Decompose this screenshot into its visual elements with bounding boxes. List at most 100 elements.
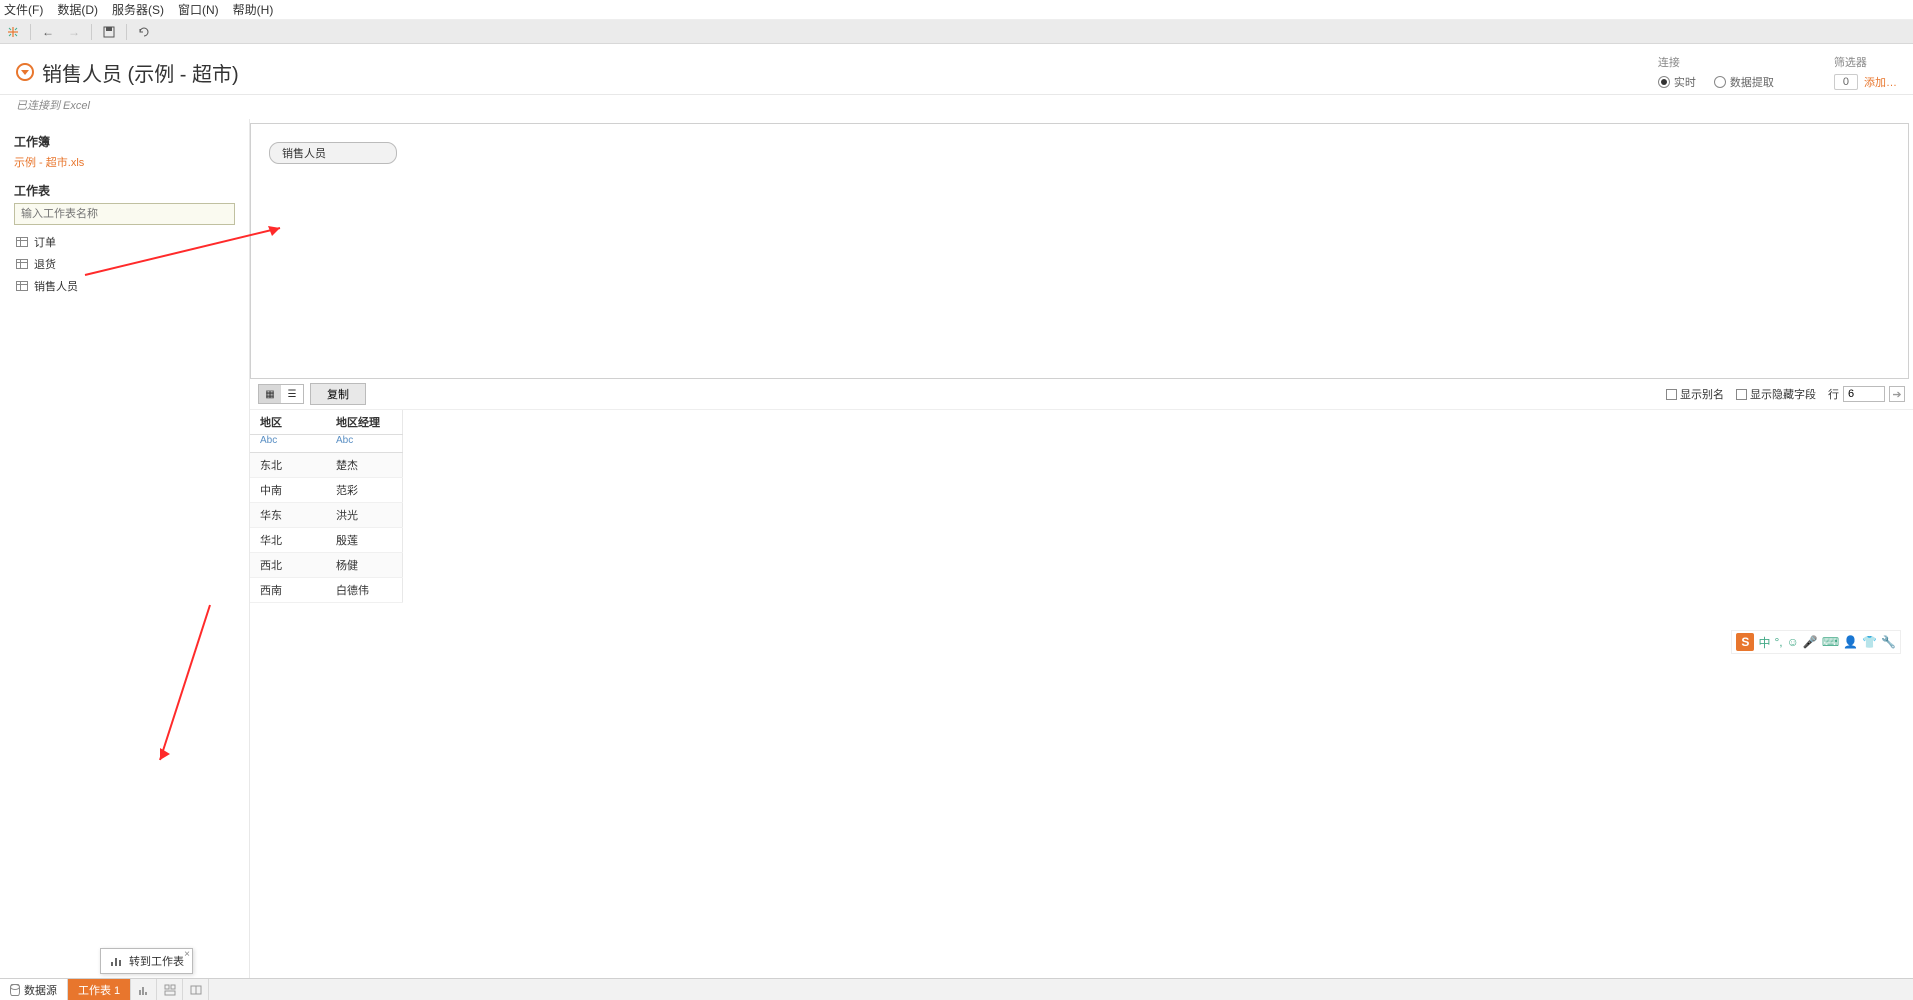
show-hidden-checkbox[interactable]: 显示隐藏字段 [1736,386,1816,402]
workbook-file-link[interactable]: 示例 - 超市.xls [14,154,235,170]
content-area: 销售人员 ▦ ☰ 复制 显示别名 显示隐藏字段 行 ➔ [250,119,1913,987]
table-cell: 殷莲 [326,528,402,553]
table-cell: 杨健 [326,553,402,578]
filter-count: 0 [1834,74,1858,90]
toolbar: ← → [0,20,1913,44]
rows-input[interactable] [1843,386,1885,402]
new-worksheet-icon[interactable] [131,979,157,1000]
table-row[interactable]: 西南白德伟 [250,578,402,603]
ime-lang[interactable]: 中 [1758,634,1770,651]
menu-server[interactable]: 服务器(S) [112,1,164,18]
copy-button[interactable]: 复制 [310,383,366,405]
table-row[interactable]: 西北杨健 [250,553,402,578]
menu-window[interactable]: 窗口(N) [178,1,219,18]
checkbox-icon [1666,389,1677,400]
sheet-list: 订单 退货 销售人员 [14,231,235,297]
datasource-title: 销售人员 (示例 - 超市) [42,58,239,87]
table-icon [16,237,28,247]
show-hidden-label: 显示隐藏字段 [1750,386,1816,402]
table-pill[interactable]: 销售人员 [269,142,397,164]
toolbar-separator [91,24,92,40]
list-view-icon[interactable]: ☰ [281,385,303,403]
table-cell: 西南 [250,578,326,603]
tab-sheet1-label: 工作表 1 [78,982,120,998]
new-dashboard-icon[interactable] [157,979,183,1000]
view-toggle: ▦ ☰ [258,384,304,404]
close-icon[interactable]: × [184,949,190,960]
column-header[interactable]: 地区经理 [326,410,402,435]
table-cell: 华北 [250,528,326,553]
sheet-search-input[interactable] [14,203,235,225]
radio-extract[interactable]: 数据提取 [1714,74,1774,90]
sheet-item[interactable]: 销售人员 [14,275,235,297]
table-cell: 中南 [250,478,326,503]
data-grid: 地区 地区经理 Abc Abc 东北楚杰中南范彩华东洪光华北殷莲西北杨健西南白德… [250,410,1913,603]
rows-label: 行 [1828,386,1839,402]
tableau-logo-icon[interactable] [4,23,22,41]
datasource-icon [10,984,20,996]
sheet-item-label: 订单 [34,234,56,250]
radio-extract-label: 数据提取 [1730,74,1774,90]
main-area: 工作簿 示例 - 超市.xls 工作表 订单 退货 销售人员 销售人员 ▦ ☰ … [0,119,1913,987]
ime-toolbox-icon[interactable]: 🔧 [1881,635,1896,649]
toolbar-separator [30,24,31,40]
ime-emoji-icon[interactable]: ☺ [1787,635,1799,649]
ime-mic-icon[interactable]: 🎤 [1803,635,1818,649]
tab-sheet1[interactable]: 工作表 1 [68,979,131,1000]
table-cell: 东北 [250,453,326,478]
table-cell: 华东 [250,503,326,528]
save-icon[interactable] [100,23,118,41]
data-table: 地区 地区经理 Abc Abc 东北楚杰中南范彩华东洪光华北殷莲西北杨健西南白德… [250,410,403,603]
refresh-icon[interactable] [135,23,153,41]
menu-data[interactable]: 数据(D) [57,1,98,18]
menu-bar: 文件(F) 数据(D) 服务器(S) 窗口(N) 帮助(H) [0,0,1913,20]
column-header[interactable]: 地区 [250,410,326,435]
add-filter-link[interactable]: 添加… [1864,74,1897,90]
datasource-dropdown-icon[interactable] [16,63,34,81]
tab-datasource-label: 数据源 [24,982,57,998]
goto-sheet-tooltip[interactable]: 转到工作表 × [100,948,193,974]
table-cell: 洪光 [326,503,402,528]
forward-icon[interactable]: → [65,23,83,41]
tab-datasource[interactable]: 数据源 [0,979,68,1000]
column-type: Abc [250,435,326,453]
bar-chart-icon [109,954,123,968]
datasource-header: 销售人员 (示例 - 超市) 连接 实时 数据提取 筛选器 0 添加… [0,44,1913,95]
back-icon[interactable]: ← [39,23,57,41]
workbook-label: 工作簿 [14,133,235,150]
menu-help[interactable]: 帮助(H) [233,1,274,18]
ime-keyboard-icon[interactable]: ⌨ [1822,635,1839,649]
connection-group: 连接 实时 数据提取 [1658,54,1774,90]
join-canvas[interactable]: 销售人员 [250,123,1909,379]
connection-label: 连接 [1658,54,1774,70]
ime-person-icon[interactable]: 👤 [1843,635,1858,649]
sheet-item[interactable]: 退货 [14,253,235,275]
new-story-icon[interactable] [183,979,209,1000]
filter-label: 筛选器 [1834,54,1897,70]
ime-punct-icon[interactable]: °, [1774,635,1782,649]
table-cell: 白德伟 [326,578,402,603]
table-row[interactable]: 华北殷莲 [250,528,402,553]
table-row[interactable]: 东北楚杰 [250,453,402,478]
sheet-item-label: 销售人员 [34,278,78,294]
ime-toolbar[interactable]: S 中 °, ☺ 🎤 ⌨ 👤 👕 🔧 [1731,630,1901,654]
table-cell: 范彩 [326,478,402,503]
table-icon [16,281,28,291]
table-cell: 西北 [250,553,326,578]
table-row[interactable]: 中南范彩 [250,478,402,503]
toolbar-separator [126,24,127,40]
filter-group: 筛选器 0 添加… [1834,54,1897,90]
ime-logo-icon: S [1736,633,1754,651]
grid-view-icon[interactable]: ▦ [259,385,281,403]
ime-skin-icon[interactable]: 👕 [1862,635,1877,649]
column-type: Abc [326,435,402,453]
table-row[interactable]: 华东洪光 [250,503,402,528]
menu-file[interactable]: 文件(F) [4,1,43,18]
radio-dot-icon [1658,76,1670,88]
tooltip-text: 转到工作表 [129,953,184,969]
show-alias-label: 显示别名 [1680,386,1724,402]
radio-live[interactable]: 实时 [1658,74,1696,90]
sheet-item[interactable]: 订单 [14,231,235,253]
show-alias-checkbox[interactable]: 显示别名 [1666,386,1724,402]
rows-next-icon[interactable]: ➔ [1889,386,1905,402]
